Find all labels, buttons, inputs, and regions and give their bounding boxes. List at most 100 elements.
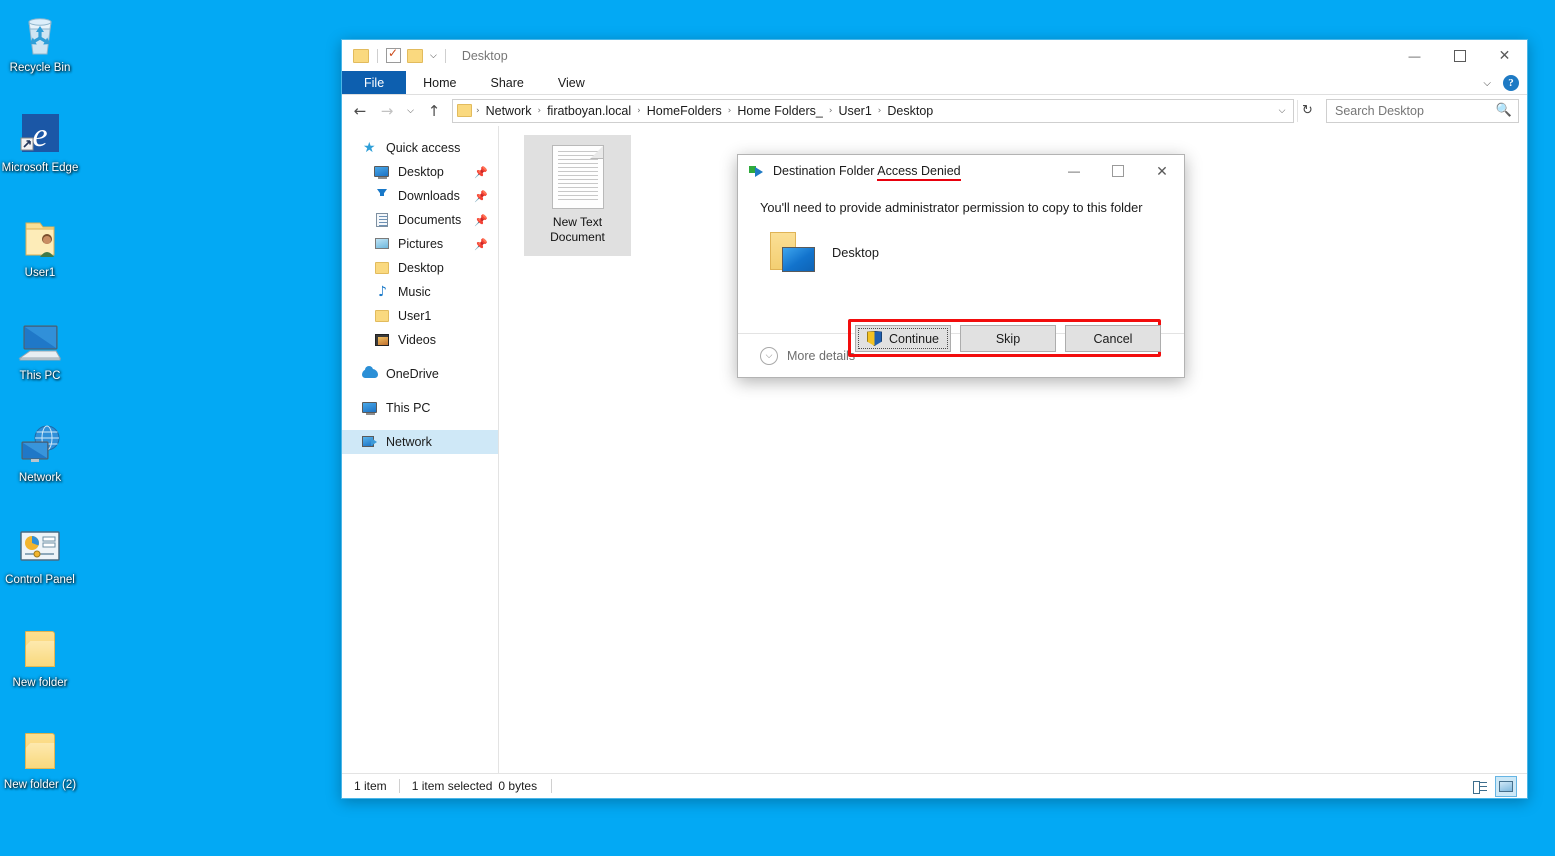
- sidebar-item-label: This PC: [386, 401, 431, 415]
- quick-access-toolbar: ⌵ Desktop: [342, 40, 508, 71]
- sidebar-item-label: OneDrive: [386, 367, 439, 381]
- dialog-close-button[interactable]: ✕: [1140, 155, 1184, 187]
- up-button[interactable]: ↑: [422, 99, 446, 123]
- sidebar-item-label: Music: [398, 285, 431, 299]
- tab-view[interactable]: View: [541, 71, 602, 94]
- network-icon: [16, 420, 64, 468]
- chevron-down-icon[interactable]: ⌵: [1273, 106, 1291, 116]
- close-button[interactable]: ✕: [1482, 40, 1527, 71]
- access-denied-dialog: Destination Folder Access Denied — ✕ You…: [737, 154, 1185, 378]
- properties-icon[interactable]: [386, 46, 401, 63]
- sidebar-item-pictures[interactable]: Pictures 📌: [342, 232, 498, 256]
- breadcrumb-item-desktop[interactable]: Desktop: [882, 104, 938, 118]
- desktop-icon-label: New folder: [12, 677, 68, 689]
- sidebar-item-music[interactable]: ♪ Music: [342, 280, 498, 304]
- maximize-button[interactable]: [1437, 40, 1482, 71]
- pin-icon[interactable]: 📌: [474, 214, 488, 227]
- desktop-icon-network[interactable]: Network: [0, 420, 80, 485]
- pin-icon[interactable]: 📌: [474, 238, 488, 251]
- search-input[interactable]: Search Desktop 🔍: [1326, 98, 1519, 123]
- more-details-link[interactable]: More details: [787, 349, 855, 363]
- tab-home[interactable]: Home: [406, 71, 473, 94]
- tab-share[interactable]: Share: [474, 71, 541, 94]
- folder-icon: [457, 104, 472, 117]
- breadcrumb: › Network › firatboyan.local › HomeFolde…: [475, 104, 1273, 118]
- dialog-maximize-button[interactable]: [1096, 155, 1140, 187]
- chevron-down-icon[interactable]: ⌵: [1483, 78, 1491, 89]
- refresh-button[interactable]: ↻: [1297, 99, 1317, 122]
- sidebar-item-desktop-folder[interactable]: Desktop: [342, 256, 498, 280]
- minimize-button[interactable]: —: [1392, 40, 1437, 71]
- sidebar-item-downloads[interactable]: Downloads 📌: [342, 184, 498, 208]
- dialog-folder-name: Desktop: [832, 244, 879, 260]
- back-button[interactable]: ←: [348, 99, 372, 123]
- breadcrumb-item-home-folders[interactable]: Home Folders_: [732, 104, 827, 118]
- desktop-icon-user1[interactable]: User1: [0, 215, 80, 280]
- sidebar-item-label: Videos: [398, 333, 436, 347]
- forward-button[interactable]: →: [375, 99, 399, 123]
- breadcrumb-item-domain[interactable]: firatboyan.local: [542, 104, 636, 118]
- tab-file[interactable]: File: [342, 71, 407, 94]
- folder-icon[interactable]: [353, 48, 369, 63]
- window-title: Desktop: [461, 48, 508, 63]
- download-icon: [374, 188, 391, 204]
- desktop-icon-label: This PC: [19, 370, 61, 382]
- desktop-icon-microsoft-edge[interactable]: e Microsoft Edge: [0, 110, 80, 175]
- recent-locations-button[interactable]: ⌵: [402, 99, 419, 123]
- navigation-pane: ★ Quick access Desktop 📌 Downloads 📌 Doc…: [342, 126, 499, 773]
- desktop-icon-label: New folder (2): [3, 779, 77, 791]
- breadcrumb-item-homefolders[interactable]: HomeFolders: [642, 104, 727, 118]
- uac-shield-icon: [866, 331, 882, 346]
- search-placeholder: Search Desktop: [1335, 103, 1424, 118]
- cancel-button-label: Cancel: [1093, 331, 1133, 346]
- dialog-title-emphasis: Access Denied: [877, 164, 961, 181]
- pin-icon[interactable]: 📌: [474, 190, 488, 203]
- dialog-title-prefix: Destination Folder: [773, 164, 878, 178]
- dialog-minimize-button[interactable]: —: [1052, 155, 1096, 187]
- folder-icon: [16, 625, 64, 673]
- window-controls: — ✕: [1392, 40, 1527, 71]
- new-folder-icon[interactable]: [407, 48, 423, 63]
- desktop-icon-new-folder[interactable]: New folder: [0, 625, 80, 690]
- sidebar-item-label: Pictures: [398, 237, 444, 251]
- sidebar-item-label: Desktop: [398, 261, 444, 275]
- title-bar: ⌵ Desktop — ✕: [342, 40, 1527, 71]
- music-icon: ♪: [378, 284, 387, 300]
- star-icon: ★: [363, 140, 376, 156]
- details-view-button[interactable]: [1469, 776, 1491, 797]
- dialog-window-controls: — ✕: [1052, 155, 1184, 187]
- customize-caret-icon[interactable]: ⌵: [430, 51, 437, 61]
- view-buttons: [1469, 774, 1517, 799]
- sidebar-item-user1[interactable]: User1: [342, 304, 498, 328]
- large-icons-view-button[interactable]: [1495, 776, 1517, 797]
- help-icon[interactable]: ?: [1503, 75, 1519, 91]
- breadcrumb-item-user1[interactable]: User1: [833, 104, 876, 118]
- sidebar-item-onedrive[interactable]: OneDrive: [342, 362, 498, 386]
- pin-icon[interactable]: 📌: [474, 166, 488, 179]
- status-bar: 1 item 1 item selected 0 bytes: [342, 773, 1527, 798]
- continue-button[interactable]: Continue: [855, 325, 951, 352]
- sidebar-item-label: Desktop: [398, 165, 444, 179]
- desktop-icon-this-pc[interactable]: This PC: [0, 318, 80, 383]
- desktop-icon-recycle-bin[interactable]: Recycle Bin: [0, 10, 80, 75]
- desktop-icon-label: User1: [24, 267, 56, 279]
- cancel-button[interactable]: Cancel: [1065, 325, 1161, 352]
- divider: [444, 48, 446, 63]
- breadcrumb-item-network[interactable]: Network: [481, 104, 537, 118]
- sidebar-item-videos[interactable]: Videos: [342, 328, 498, 352]
- desktop-icon-new-folder-2[interactable]: New folder (2): [0, 727, 80, 792]
- sidebar-item-network[interactable]: Network: [342, 430, 498, 454]
- desktop-icon-control-panel[interactable]: Control Panel: [0, 522, 80, 587]
- chevron-down-icon[interactable]: ⌵: [760, 346, 778, 365]
- search-icon[interactable]: 🔍: [1496, 103, 1512, 118]
- sidebar-item-this-pc[interactable]: This PC: [342, 396, 498, 420]
- address-input[interactable]: › Network › firatboyan.local › HomeFolde…: [452, 98, 1294, 123]
- skip-button[interactable]: Skip: [960, 325, 1056, 352]
- desktop-icon-label: Recycle Bin: [9, 62, 71, 74]
- sidebar-item-desktop-pinned[interactable]: Desktop 📌: [342, 160, 498, 184]
- list-item[interactable]: New Text Document: [524, 135, 631, 256]
- sidebar-item-quick-access[interactable]: ★ Quick access: [342, 136, 498, 160]
- sidebar-item-documents[interactable]: Documents 📌: [342, 208, 498, 232]
- picture-icon: [374, 236, 391, 252]
